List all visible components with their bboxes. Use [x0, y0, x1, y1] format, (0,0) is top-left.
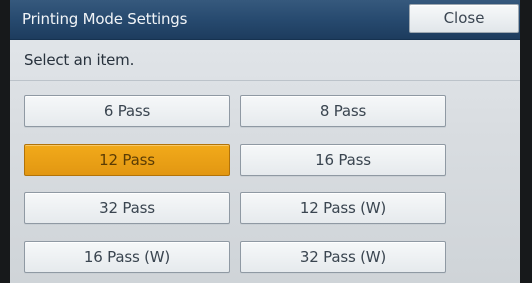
printing-mode-settings-screen: Printing Mode Settings Close Select an i…: [10, 0, 520, 283]
option-8-pass-button[interactable]: 8 Pass: [240, 95, 446, 127]
option-16-pass-button[interactable]: 16 Pass: [240, 144, 446, 176]
option-12-pass-w-button[interactable]: 12 Pass (W): [240, 192, 446, 224]
window-title: Printing Mode Settings: [22, 10, 188, 28]
option-16-pass-w-button[interactable]: 16 Pass (W): [24, 241, 230, 273]
option-32-pass-w-button[interactable]: 32 Pass (W): [240, 241, 446, 273]
title-bar: Printing Mode Settings Close: [10, 0, 520, 40]
option-12-pass-button[interactable]: 12 Pass: [24, 144, 230, 176]
separator-line: [10, 80, 520, 81]
option-32-pass-button[interactable]: 32 Pass: [24, 192, 230, 224]
close-button[interactable]: Close: [409, 4, 519, 33]
option-6-pass-button[interactable]: 6 Pass: [24, 95, 230, 127]
instruction-text: Select an item.: [24, 51, 135, 69]
